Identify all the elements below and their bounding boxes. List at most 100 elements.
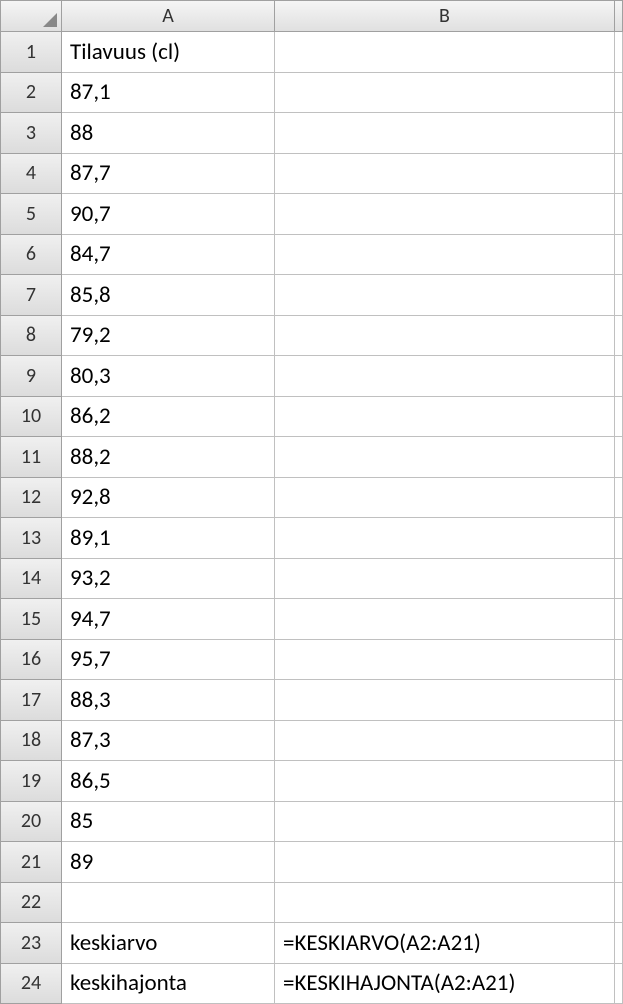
row-header[interactable]: 22 (0, 883, 62, 924)
cell-b14[interactable] (275, 559, 615, 600)
cell-edge (615, 275, 623, 316)
cell-b1[interactable] (275, 32, 615, 73)
row-header[interactable]: 5 (0, 194, 62, 235)
row-header[interactable]: 17 (0, 680, 62, 721)
cell-a1[interactable]: Tilavuus (cl) (62, 32, 275, 73)
row-header[interactable]: 14 (0, 559, 62, 600)
cell-a20[interactable]: 85 (62, 802, 275, 843)
row-header[interactable]: 3 (0, 113, 62, 154)
cell-edge (615, 478, 623, 519)
cell-b18[interactable] (275, 721, 615, 762)
cell-a19[interactable]: 86,5 (62, 761, 275, 802)
select-all-corner[interactable] (0, 0, 62, 32)
cell-a23[interactable]: keskiarvo (62, 923, 275, 964)
cell-a2[interactable]: 87,1 (62, 73, 275, 114)
row-header[interactable]: 6 (0, 235, 62, 276)
cell-edge (615, 397, 623, 438)
cell-b16[interactable] (275, 640, 615, 681)
cell-b21[interactable] (275, 842, 615, 883)
row-header[interactable]: 24 (0, 964, 62, 1004)
cell-a11[interactable]: 88,2 (62, 437, 275, 478)
cell-b22[interactable] (275, 883, 615, 924)
cell-edge (615, 518, 623, 559)
cell-a15[interactable]: 94,7 (62, 599, 275, 640)
cell-edge (615, 842, 623, 883)
cell-a12[interactable]: 92,8 (62, 478, 275, 519)
row-header[interactable]: 20 (0, 802, 62, 843)
cell-a16[interactable]: 95,7 (62, 640, 275, 681)
cell-edge (615, 640, 623, 681)
cell-edge (615, 113, 623, 154)
row-header[interactable]: 16 (0, 640, 62, 681)
column-header-b[interactable]: B (275, 0, 615, 32)
cell-edge (615, 235, 623, 276)
cell-edge (615, 883, 623, 924)
cell-edge (615, 599, 623, 640)
row-header[interactable]: 11 (0, 437, 62, 478)
cell-b4[interactable] (275, 154, 615, 195)
cell-b15[interactable] (275, 599, 615, 640)
cell-b19[interactable] (275, 761, 615, 802)
cell-edge (615, 802, 623, 843)
cell-a24[interactable]: keskihajonta (62, 964, 275, 1004)
cell-a7[interactable]: 85,8 (62, 275, 275, 316)
cell-b6[interactable] (275, 235, 615, 276)
row-header[interactable]: 18 (0, 721, 62, 762)
row-header[interactable]: 4 (0, 154, 62, 195)
row-header[interactable]: 23 (0, 923, 62, 964)
cell-a3[interactable]: 88 (62, 113, 275, 154)
row-header[interactable]: 10 (0, 397, 62, 438)
row-header[interactable]: 19 (0, 761, 62, 802)
cell-a14[interactable]: 93,2 (62, 559, 275, 600)
cell-a5[interactable]: 90,7 (62, 194, 275, 235)
column-header-edge (615, 0, 623, 32)
cell-edge (615, 194, 623, 235)
row-header[interactable]: 13 (0, 518, 62, 559)
cell-b2[interactable] (275, 73, 615, 114)
cell-a22[interactable] (62, 883, 275, 924)
cell-a4[interactable]: 87,7 (62, 154, 275, 195)
cell-b3[interactable] (275, 113, 615, 154)
cell-edge (615, 964, 623, 1004)
cell-a18[interactable]: 87,3 (62, 721, 275, 762)
spreadsheet-grid[interactable]: A B 1 Tilavuus (cl) 2 87,1 3 88 4 87,7 5… (0, 0, 623, 1004)
cell-b9[interactable] (275, 356, 615, 397)
row-header[interactable]: 9 (0, 356, 62, 397)
cell-a8[interactable]: 79,2 (62, 316, 275, 357)
row-header[interactable]: 8 (0, 316, 62, 357)
row-header[interactable]: 1 (0, 32, 62, 73)
row-header[interactable]: 15 (0, 599, 62, 640)
cell-edge (615, 761, 623, 802)
cell-b12[interactable] (275, 478, 615, 519)
cell-edge (615, 316, 623, 357)
cell-edge (615, 356, 623, 397)
row-header[interactable]: 2 (0, 73, 62, 114)
cell-b23[interactable]: =KESKIARVO(A2:A21) (275, 923, 615, 964)
cell-b20[interactable] (275, 802, 615, 843)
column-header-a[interactable]: A (62, 0, 275, 32)
cell-edge (615, 437, 623, 478)
cell-b7[interactable] (275, 275, 615, 316)
cell-edge (615, 32, 623, 73)
row-header[interactable]: 21 (0, 842, 62, 883)
cell-edge (615, 559, 623, 600)
row-header[interactable]: 12 (0, 478, 62, 519)
cell-a10[interactable]: 86,2 (62, 397, 275, 438)
row-header[interactable]: 7 (0, 275, 62, 316)
cell-b10[interactable] (275, 397, 615, 438)
cell-a13[interactable]: 89,1 (62, 518, 275, 559)
cell-b11[interactable] (275, 437, 615, 478)
cell-a17[interactable]: 88,3 (62, 680, 275, 721)
cell-b24[interactable]: =KESKIHAJONTA(A2:A21) (275, 964, 615, 1004)
cell-a6[interactable]: 84,7 (62, 235, 275, 276)
cell-b8[interactable] (275, 316, 615, 357)
cell-a9[interactable]: 80,3 (62, 356, 275, 397)
cell-b5[interactable] (275, 194, 615, 235)
cell-b17[interactable] (275, 680, 615, 721)
cell-edge (615, 680, 623, 721)
cell-edge (615, 154, 623, 195)
cell-edge (615, 923, 623, 964)
cell-edge (615, 721, 623, 762)
cell-a21[interactable]: 89 (62, 842, 275, 883)
cell-b13[interactable] (275, 518, 615, 559)
